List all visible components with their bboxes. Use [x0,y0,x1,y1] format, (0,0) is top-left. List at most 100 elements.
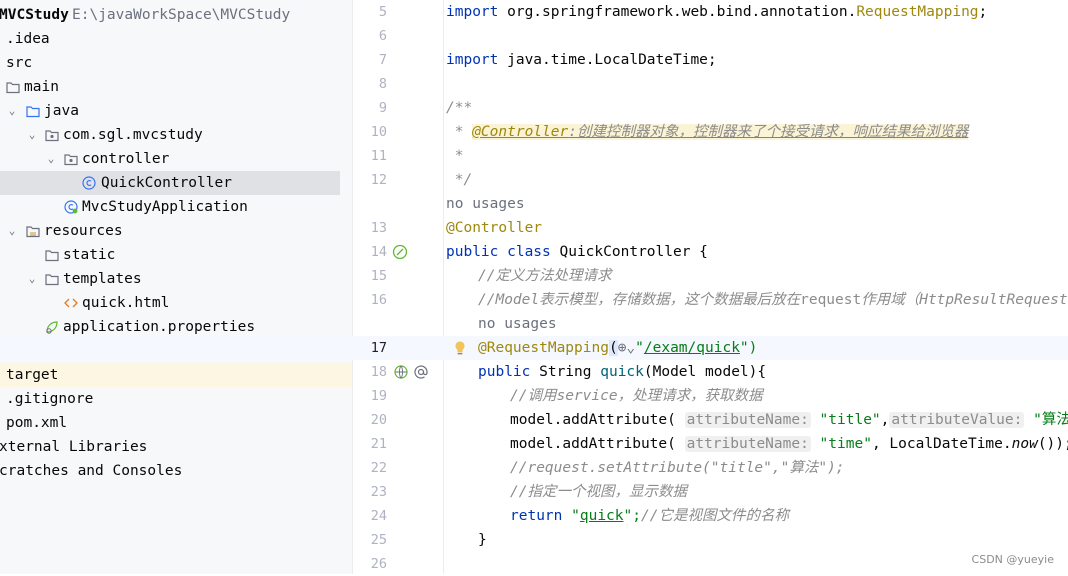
code-line[interactable]: 21 model.addAttribute( attributeName: "t… [0,432,1068,456]
code-line[interactable]: 23 //指定一个视图，显示数据 [0,480,1068,504]
web-endpoint-gutter-icon[interactable] [393,364,409,380]
code-line[interactable]: 18 public String quick(Model model){ [0,360,1068,384]
keyword: import [446,4,498,20]
code-text: java.time.LocalDateTime; [498,52,716,68]
doc-comment-text: :创建控制器对象，控制器来了个接受请求，响应结果给浏览器 [568,124,968,140]
code-line[interactable]: 16 //Model表示模型，存储数据，这个数据最后放在request作用域（H… [0,288,1068,312]
usages-hint[interactable]: no usages [478,312,557,336]
line-number: 9 [353,96,387,120]
doc-comment: */ [446,168,472,192]
static-method: now [1012,436,1038,452]
line-number: 19 [353,384,387,408]
line-comment: //它是视图文件的名称 [641,508,789,524]
string: " [562,508,579,524]
keyword: public class [446,244,551,260]
code-line[interactable]: 14 public class QuickController { [0,240,1068,264]
line-comment: 作用域（ [861,292,919,308]
doc-comment: /** [446,96,472,120]
string: "; [624,508,641,524]
string: "title" [811,412,881,428]
doc-comment: * [446,144,463,168]
code-text: String [530,364,600,380]
line-number: 21 [353,432,387,456]
line-comment: //调用service，处理请求，获取数据 [510,384,763,408]
line-number: 11 [353,144,387,168]
code-line[interactable]: 15 //定义方法处理请求 [0,264,1068,288]
code-line[interactable]: 22 //request.setAttribute("title","算法"); [0,456,1068,480]
url-link[interactable]: /exam/quick [644,340,740,356]
doc-annotation: @Controller [472,124,568,140]
line-number: 16 [353,288,387,312]
globe-icon[interactable]: ⊕⌄ [618,340,635,356]
usages-hint[interactable]: no usages [446,192,525,216]
method-name: quick [600,364,644,380]
code-line-current[interactable]: 17 @RequestMapping(⊕⌄"/exam/quick") [0,336,1068,360]
code-text: (Model model){ [644,364,766,380]
string: "算法" [1024,412,1068,428]
code-line[interactable]: 7 import java.time.LocalDateTime; [0,48,1068,72]
code-text: , LocalDateTime. [872,436,1012,452]
watermark: CSDN @yueyie [972,553,1054,566]
doc-comment: * [446,124,472,140]
line-number: 24 [353,504,387,528]
annotation-class: RequestMapping [856,4,978,20]
code-text: ()); [1038,436,1068,452]
line-number: 12 [353,168,387,192]
parameter-hint: attributeName: [685,436,811,452]
line-number: 18 [353,360,387,384]
line-comment: //定义方法处理请求 [478,264,611,288]
string: ") [740,340,757,356]
line-number: 6 [353,24,387,48]
code-line[interactable]: 26 [0,552,1068,576]
line-number: 14 [353,240,387,264]
line-number: 8 [353,72,387,96]
line-number: 10 [353,120,387,144]
line-number: 5 [353,0,387,24]
spring-bean-gutter-icon[interactable] [392,244,408,260]
line-number: 13 [353,216,387,240]
code-text: org.springframework.web.bind.annotation. [498,4,856,20]
line-number: 23 [353,480,387,504]
code-line[interactable]: 6 [0,24,1068,48]
code-line[interactable]: 20 model.addAttribute( attributeName: "t… [0,408,1068,432]
parameter-hint: attributeValue: [889,412,1024,428]
line-number: 26 [353,552,387,576]
line-number: 22 [353,456,387,480]
code-text: ; [979,4,988,20]
code-line[interactable]: 24 return "quick";//它是视图文件的名称 [0,504,1068,528]
line-number: 7 [353,48,387,72]
inlay-hint-row: no usages [0,312,1068,336]
line-comment: request [800,292,861,308]
code-text: ( [609,340,618,356]
line-comment: //request.setAttribute("title","算法"); [510,456,845,480]
annotation: @RequestMapping [478,340,609,356]
code-line[interactable]: 12 */ [0,168,1068,192]
code-text: QuickController { [551,244,708,260]
code-line[interactable]: 10 * @Controller:创建控制器对象，控制器来了个接受请求，响应结果… [0,120,1068,144]
code-text: model.addAttribute( [510,412,685,428]
line-number: 20 [353,408,387,432]
code-line[interactable]: 19 //调用service，处理请求，获取数据 [0,384,1068,408]
code-line[interactable]: 5 import org.springframework.web.bind.an… [0,0,1068,24]
string: "time" [811,436,872,452]
code-line[interactable]: 9 /** [0,96,1068,120]
code-line[interactable]: 13 @Controller [0,216,1068,240]
code-line[interactable]: 11 * [0,144,1068,168]
lightbulb-icon[interactable] [452,340,468,356]
code-text: } [478,528,487,552]
code-line[interactable]: 8 [0,72,1068,96]
annotation: @Controller [446,216,542,240]
line-number: 15 [353,264,387,288]
keyword: public [478,364,530,380]
view-link[interactable]: quick [580,508,624,524]
line-comment: //指定一个视图，显示数据 [510,480,687,504]
inlay-hint-row: no usages [0,192,1068,216]
string: " [635,340,644,356]
line-comment: //Model表示模型，存储数据，这个数据最后放在 [478,292,800,308]
line-comment: HttpResultRequest [919,292,1067,308]
at-sign-icon[interactable] [413,364,429,380]
keyword: return [510,508,562,524]
code-line[interactable]: 25 } [0,528,1068,552]
line-number: 25 [353,528,387,552]
line-number: 17 [353,336,387,360]
